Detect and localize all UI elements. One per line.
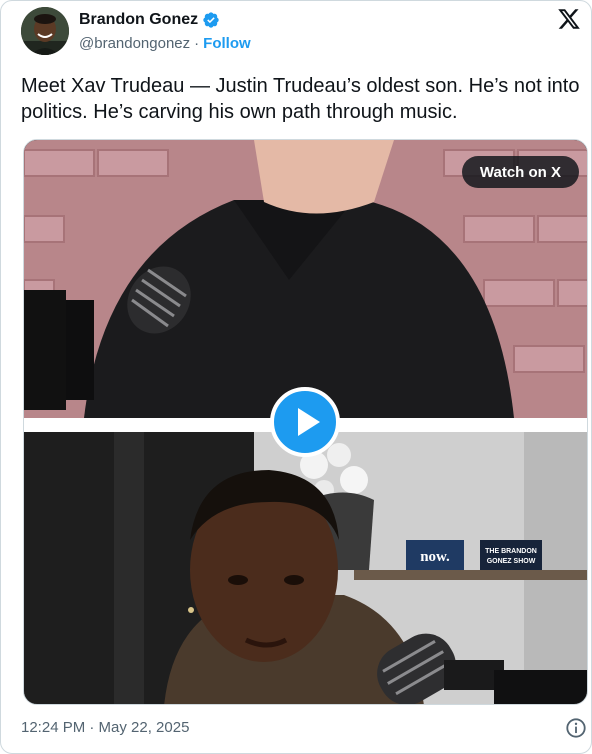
tweet-video[interactable]: now. THE BRANDON GONEZ SHOW Watch on X [23, 139, 588, 705]
author-handle[interactable]: @brandongonez [79, 35, 190, 52]
show-sign-line-2: GONEZ SHOW [487, 558, 536, 565]
show-sign-line-1: THE BRANDON [485, 548, 537, 555]
play-icon [298, 408, 320, 436]
verified-badge-icon [203, 12, 219, 28]
tweet-header: Brandon Gonez @brandongonez · Follow [21, 7, 581, 63]
tweet-footer: 12:24 PM · May 22, 2025 [21, 717, 589, 739]
info-icon[interactable] [565, 717, 587, 739]
play-button[interactable] [270, 387, 340, 457]
now-sign: now. [420, 549, 450, 565]
author-name-row: Brandon Gonez [79, 11, 220, 29]
x-logo-icon[interactable] [557, 7, 581, 31]
author-handle-row: @brandongonez · Follow [79, 35, 251, 52]
tweet-timestamp[interactable]: 12:24 PM · May 22, 2025 [21, 719, 189, 736]
follow-button[interactable]: Follow [203, 35, 251, 52]
avatar[interactable] [21, 7, 69, 55]
tweet-embed-card: Brandon Gonez @brandongonez · Follow Mee… [0, 0, 592, 754]
handle-separator: · [194, 35, 200, 52]
author-display-name[interactable]: Brandon Gonez [79, 11, 198, 29]
tweet-text: Meet Xav Trudeau — Justin Trudeau’s olde… [21, 75, 580, 123]
watch-on-x-button[interactable]: Watch on X [461, 156, 579, 188]
